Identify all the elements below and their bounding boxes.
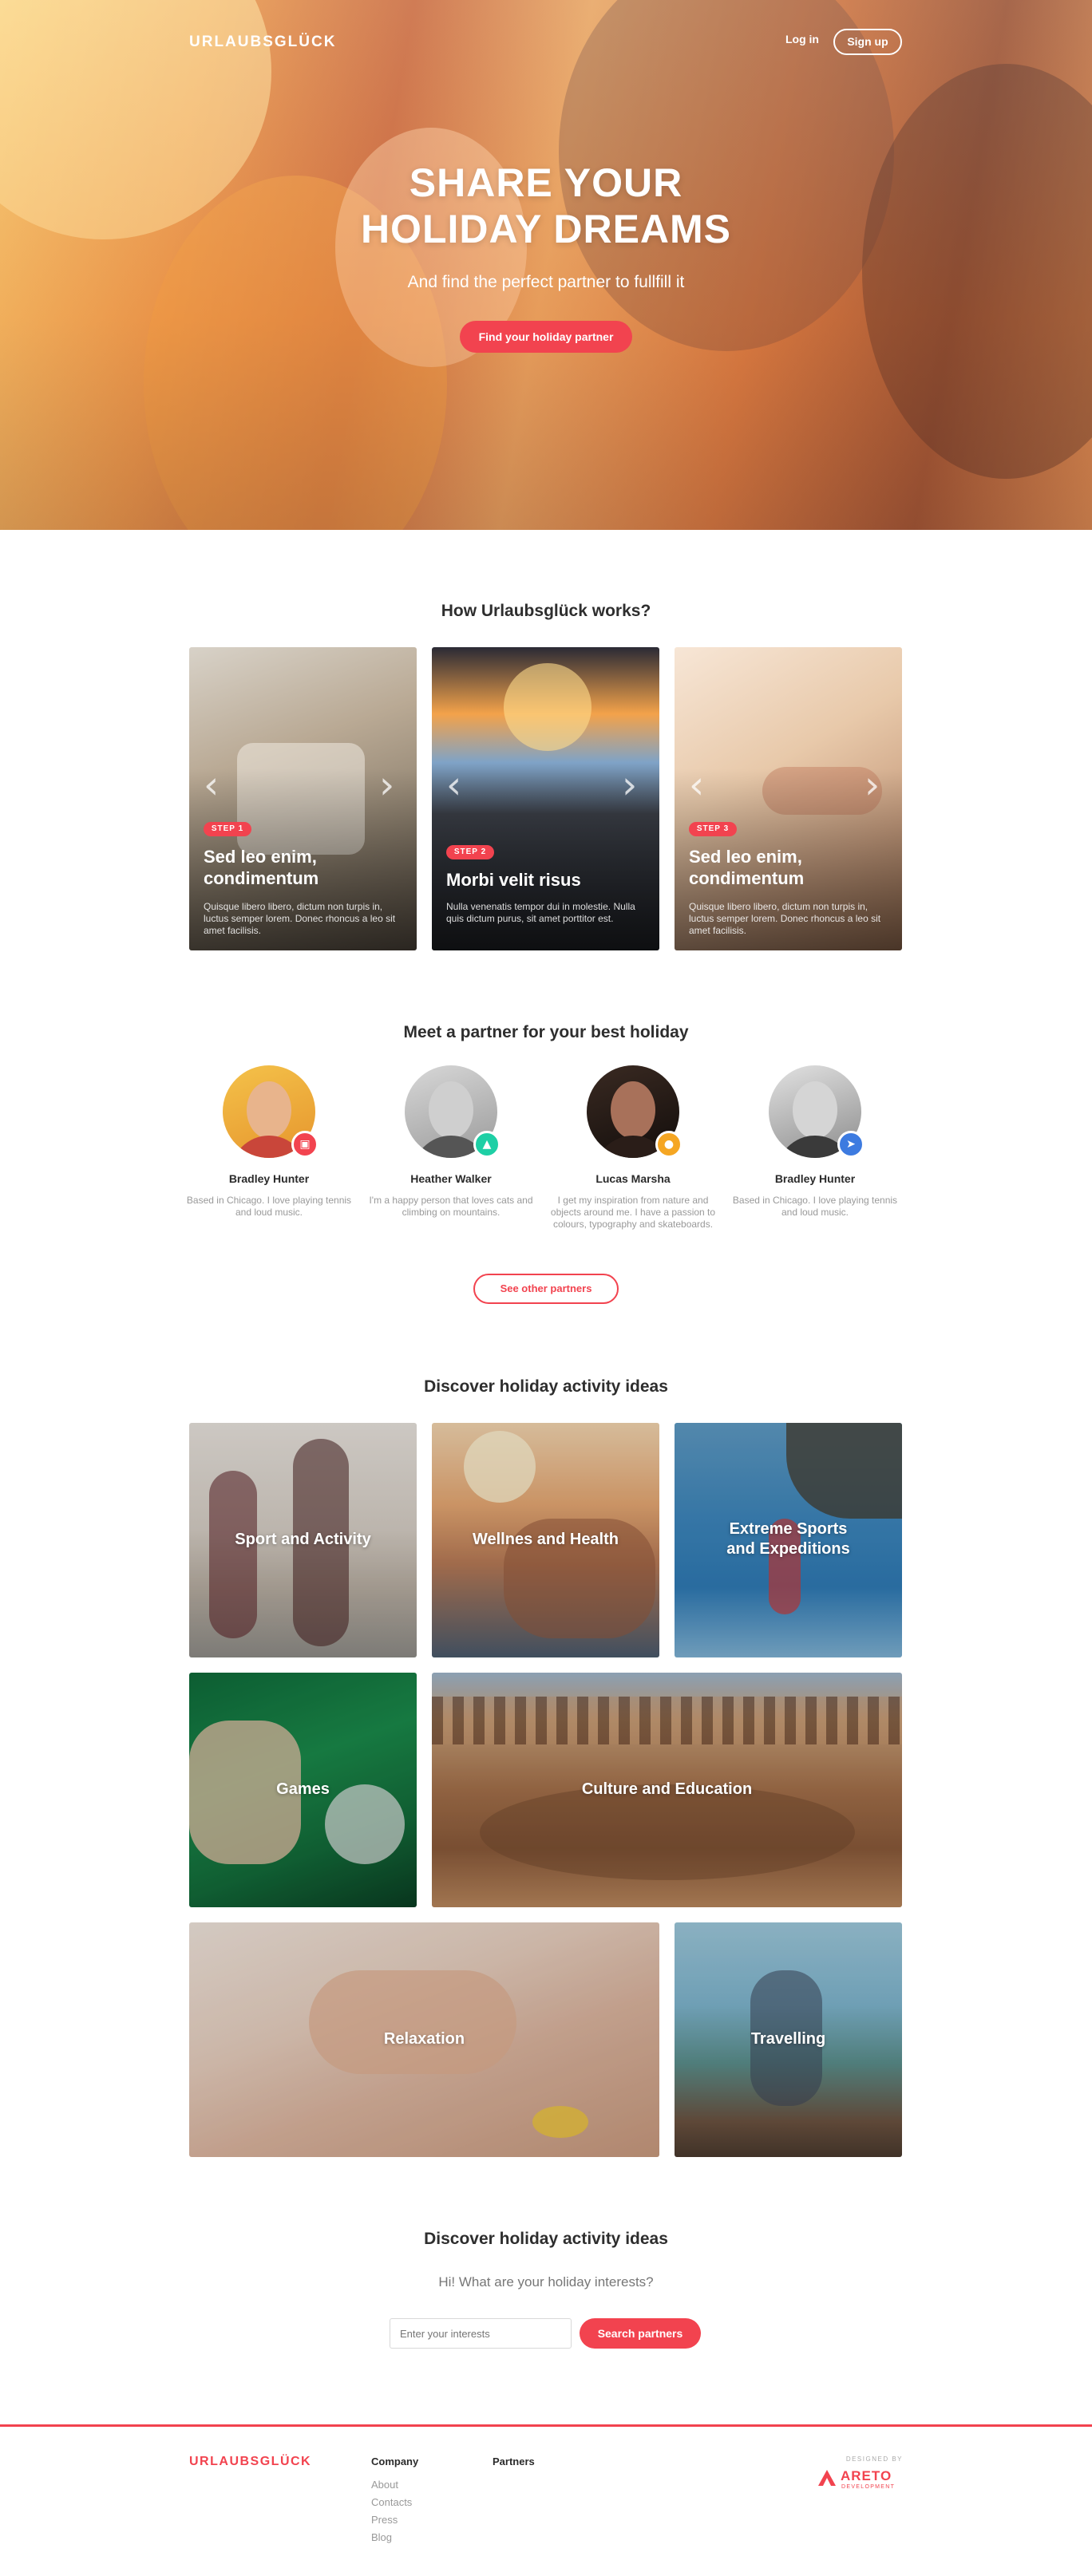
tile-label: Sport and Activity — [235, 1531, 371, 1548]
see-other-partners-button[interactable]: See other partners — [473, 1274, 619, 1304]
partner-name: Lucas Marsha — [595, 1172, 671, 1185]
how-it-works-title: How Urlaubsglück works? — [441, 602, 651, 620]
footer-link-press[interactable]: Press — [371, 2514, 398, 2526]
mountain-icon: ▲ — [473, 1131, 500, 1158]
activity-tile-sport[interactable]: Sport and Activity — [189, 1423, 417, 1657]
activities-title: Discover holiday activity ideas — [424, 1377, 668, 1396]
brand-logo[interactable]: URLAUBSGLÜCK — [189, 34, 336, 51]
interests-question: Hi! What are your holiday interests? — [438, 2274, 654, 2290]
partner-name: Bradley Hunter — [774, 1172, 856, 1185]
lock-icon: ● — [655, 1131, 682, 1158]
chevron-left-icon[interactable]: ‹ — [446, 763, 461, 808]
footer-brand[interactable]: URLAUBSGLÜCK — [189, 2455, 311, 2469]
footer-partners-heading[interactable]: Partners — [493, 2455, 535, 2467]
search-partners-button[interactable]: Search partners — [580, 2318, 701, 2349]
signup-button[interactable]: Sign up — [833, 29, 902, 55]
calendar-icon: ▣ — [291, 1131, 318, 1158]
step-card[interactable]: ‹ › STEP 2 Morbi velit risus Nulla venen… — [432, 647, 659, 950]
plane-icon: ➤ — [837, 1131, 864, 1158]
activity-tile-travelling[interactable]: Travelling — [675, 1922, 902, 2157]
partner-bio: Based in Chicago. I love playing tennis … — [732, 1195, 898, 1218]
chevron-left-icon[interactable]: ‹ — [689, 763, 704, 808]
search-title: Discover holiday activity ideas — [424, 2230, 668, 2248]
chevron-right-icon[interactable]: › — [379, 763, 394, 808]
step-badge: STEP 3 — [689, 822, 737, 836]
step-card[interactable]: ‹ › STEP 1 Sed leo enim, condimentum Qui… — [189, 647, 417, 950]
hero-title-line: HOLIDAY DREAMS — [360, 207, 732, 251]
find-partner-button[interactable]: Find your holiday partner — [460, 321, 632, 353]
partner-name: Bradley Hunter — [228, 1172, 310, 1185]
designer-subtitle: DEVELOPMENT — [841, 2484, 896, 2490]
activity-tile-games[interactable]: Games — [189, 1673, 417, 1907]
hero-subtitle: And find the perfect partner to fullfill… — [407, 273, 685, 291]
designed-by-label: DESIGNED BY — [845, 2455, 903, 2463]
designer-name[interactable]: ARETO — [841, 2468, 892, 2484]
areto-logo-icon — [818, 2470, 836, 2486]
footer-link-about[interactable]: About — [371, 2479, 398, 2491]
avatar-face — [247, 1081, 291, 1139]
login-link[interactable]: Log in — [785, 33, 819, 45]
tile-label: Wellnes and Health — [472, 1531, 619, 1548]
avatar-face — [793, 1081, 837, 1139]
footer-link-blog[interactable]: Blog — [371, 2531, 392, 2543]
tile-label: Travelling — [750, 2030, 826, 2048]
partners-title: Meet a partner for your best holiday — [403, 1023, 689, 1041]
footer-link-contacts[interactable]: Contacts — [371, 2496, 412, 2508]
step-title: Morbi velit risus — [446, 870, 581, 890]
step-badge: STEP 1 — [204, 822, 251, 836]
chevron-left-icon[interactable]: ‹ — [204, 763, 219, 808]
chevron-right-icon[interactable]: › — [864, 763, 880, 808]
partner-bio: Based in Chicago. I love playing tennis … — [186, 1195, 352, 1218]
chevron-right-icon[interactable]: › — [622, 763, 637, 808]
activity-tile-extreme[interactable]: Extreme Sports and Expeditions — [675, 1423, 902, 1657]
partner-name: Heather Walker — [410, 1172, 492, 1185]
tile-label: Culture and Education — [581, 1780, 753, 1798]
step-text: Quisque libero libero, dictum non turpis… — [689, 901, 881, 936]
activity-tile-culture[interactable]: Culture and Education — [432, 1673, 902, 1907]
footer-company-heading: Company — [371, 2455, 419, 2467]
hero-title: SHARE YOUR HOLIDAY DREAMS — [267, 160, 825, 252]
avatar-face — [429, 1081, 473, 1139]
hero-title-line: SHARE YOUR — [409, 160, 683, 205]
step-title: Sed leo enim, condimentum — [204, 847, 319, 888]
tile-label: Relaxation — [383, 2030, 465, 2048]
interests-input[interactable] — [390, 2318, 572, 2349]
avatar-face — [611, 1081, 655, 1139]
step-card[interactable]: ‹ › STEP 3 Sed leo enim, condimentum Qui… — [675, 647, 902, 950]
activity-tile-wellness[interactable]: Wellnes and Health — [432, 1423, 659, 1657]
tile-label: Games — [276, 1780, 330, 1798]
activity-tile-relaxation[interactable]: Relaxation — [189, 1922, 659, 2157]
hero-overlay — [0, 0, 1092, 530]
step-title: Sed leo enim, condimentum — [689, 847, 805, 888]
step-text: Nulla venenatis tempor dui in molestie. … — [446, 901, 635, 924]
footer-divider — [0, 2424, 1092, 2427]
tile-label: Extreme Sports and Expeditions — [726, 1520, 850, 1558]
step-badge: STEP 2 — [446, 845, 494, 859]
partner-bio: I'm a happy person that loves cats and c… — [369, 1195, 533, 1218]
partner-bio: I get my inspiration from nature and obj… — [550, 1195, 716, 1230]
hero-banner: URLAUBSGLÜCK Log in Sign up SHARE YOUR H… — [0, 0, 1092, 530]
step-text: Quisque libero libero, dictum non turpis… — [204, 901, 396, 936]
